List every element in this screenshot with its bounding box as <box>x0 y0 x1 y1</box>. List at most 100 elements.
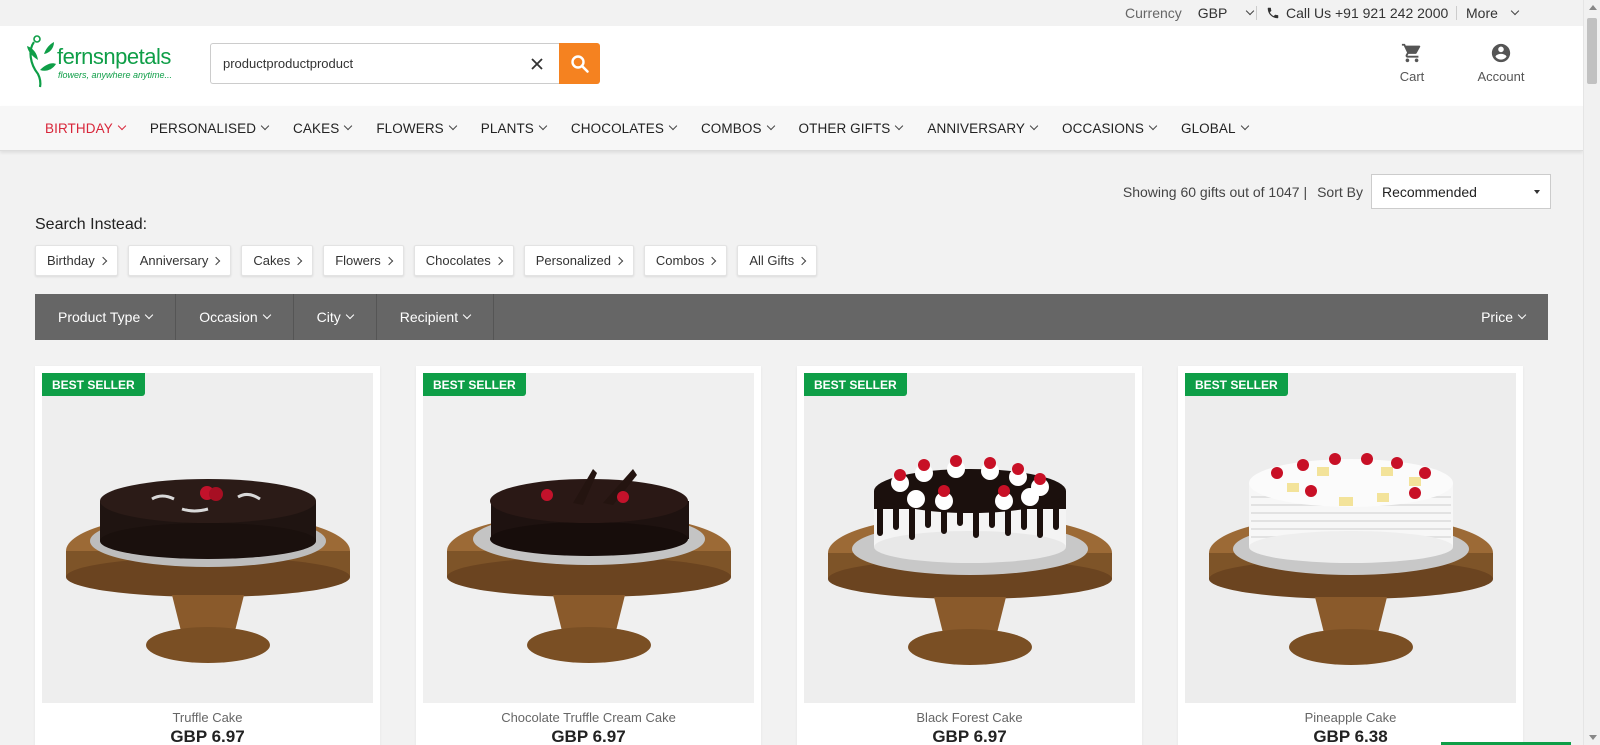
nav-item-chocolates[interactable]: CHOCOLATES <box>571 121 678 136</box>
scroll-down-arrow-icon[interactable] <box>1589 735 1597 740</box>
chip-birthday[interactable]: Birthday <box>35 245 118 276</box>
search-input[interactable] <box>223 56 503 71</box>
product-name[interactable]: Chocolate Truffle Cream Cake <box>416 710 761 725</box>
filter-price[interactable]: Price <box>1458 294 1548 340</box>
results-summary: Showing 60 gifts out of 1047 | <box>1122 183 1308 200</box>
sort-label: Sort By <box>1317 183 1363 200</box>
product-image[interactable] <box>42 373 373 703</box>
filter-occasion[interactable]: Occasion <box>176 294 294 340</box>
cart-icon <box>1401 43 1421 63</box>
chevron-down-icon <box>117 121 127 131</box>
chip-personalized[interactable]: Personalized <box>523 245 634 276</box>
nav-item-occasions[interactable]: OCCASIONS <box>1062 120 1158 136</box>
search-button[interactable] <box>559 43 600 84</box>
chip-flowers[interactable]: Flowers <box>323 245 404 276</box>
nav-item-global[interactable]: GLOBAL <box>1180 120 1249 136</box>
nav-item-anniversary[interactable]: ANNIVERSARY <box>927 121 1039 136</box>
product-card-chocolate-truffle-cream-cake[interactable]: BEST SELLER Chocolate Truffle Cream Cake… <box>416 366 761 745</box>
more-label: More <box>1466 5 1498 21</box>
chevron-right-icon <box>98 256 107 265</box>
nav-label: OTHER GIFTS <box>798 120 891 136</box>
call-us-link[interactable]: Call Us +91 921 242 2000 <box>1266 5 1448 21</box>
nav-item-birthday[interactable]: BIRTHDAY <box>45 120 127 136</box>
more-menu[interactable]: More <box>1466 5 1520 21</box>
top-utility-bar: Currency GBP Call Us +91 921 242 2000 Mo… <box>0 0 1583 26</box>
product-card-truffle-cake[interactable]: BEST SELLER Truffle Cake GBP 6.97 <box>35 366 380 745</box>
chevron-right-icon <box>614 256 624 265</box>
filter-label: Price <box>1481 309 1513 325</box>
nav-label: PLANTS <box>480 120 534 136</box>
chevron-down-icon <box>668 121 678 131</box>
chip-chocolates[interactable]: Chocolates <box>413 245 514 276</box>
best-seller-badge: BEST SELLER <box>1185 373 1288 396</box>
logo-text: fernsnpetals <box>57 44 171 69</box>
product-image[interactable] <box>804 373 1135 703</box>
nav-item-personalised[interactable]: PERSONALISED <box>149 120 270 136</box>
search-icon <box>570 54 589 73</box>
nav-item-flowers[interactable]: FLOWERS <box>376 120 458 136</box>
currency-label: Currency <box>1125 5 1182 21</box>
chevron-down-icon <box>1246 6 1255 16</box>
nav-label: COMBOS <box>700 120 762 136</box>
chip-cakes[interactable]: Cakes <box>241 245 314 276</box>
scroll-up-arrow-icon[interactable] <box>1589 5 1597 10</box>
filter-label: City <box>316 309 341 325</box>
nav-item-cakes[interactable]: CAKES <box>293 121 353 136</box>
nav-label: FLOWERS <box>376 120 444 136</box>
nav-label: OCCASIONS <box>1062 120 1144 136</box>
chip-label: Chocolates <box>425 253 491 268</box>
best-seller-badge: BEST SELLER <box>804 373 907 396</box>
close-icon[interactable] <box>529 56 545 72</box>
product-image[interactable] <box>423 373 754 703</box>
chip-anniversary[interactable]: Anniversary <box>127 245 232 276</box>
sort-dropdown[interactable]: Recommended <box>1371 174 1551 209</box>
filter-label: Product Type <box>58 309 141 325</box>
search-instead-title: Search Instead: <box>35 216 148 233</box>
chevron-right-icon <box>293 256 303 265</box>
product-image[interactable] <box>1185 373 1516 703</box>
chevron-down-icon <box>260 121 270 131</box>
search-field[interactable] <box>210 43 559 84</box>
filter-product-type[interactable]: Product Type <box>35 294 177 340</box>
filter-bar: Product Type Occasion City Recipient Pri… <box>35 294 1548 340</box>
cart-button[interactable]: Cart <box>1377 42 1447 84</box>
account-icon <box>1491 43 1511 63</box>
nav-item-plants[interactable]: PLANTS <box>480 120 548 136</box>
chevron-down-icon <box>1510 6 1520 16</box>
product-name[interactable]: Truffle Cake <box>35 710 380 725</box>
product-card-black-forest-cake[interactable]: BEST SELLER Black Forest Cake GBP 6.97 <box>797 366 1142 745</box>
phone-icon <box>1267 7 1279 19</box>
chevron-right-icon <box>494 256 504 265</box>
cart-label: Cart <box>1399 69 1425 84</box>
logo-tagline: flowers, anywhere anytime... <box>58 70 172 80</box>
chip-combos[interactable]: Combos <box>643 245 728 276</box>
scrollbar-thumb[interactable] <box>1587 18 1597 84</box>
chip-label: Personalized <box>535 253 611 268</box>
divider <box>1256 6 1257 20</box>
caret-down-icon <box>1534 190 1540 194</box>
nav-label: GLOBAL <box>1180 120 1236 136</box>
product-card-pineapple-cake[interactable]: BEST SELLER Pineapple Cake GBP 6.38 <box>1178 366 1523 745</box>
chip-label: All Gifts <box>749 253 795 268</box>
product-price: GBP 6.97 <box>551 727 626 745</box>
chip-label: Cakes <box>253 253 291 268</box>
nav-label: PERSONALISED <box>149 120 257 136</box>
chevron-down-icon <box>462 310 472 320</box>
account-button[interactable]: Account <box>1466 42 1536 84</box>
nav-label: BIRTHDAY <box>45 120 113 136</box>
currency-selector[interactable]: Currency GBP <box>1125 5 1255 21</box>
nav-item-combos[interactable]: COMBOS <box>700 120 775 136</box>
chip-all-gifts[interactable]: All Gifts <box>737 245 818 276</box>
product-name[interactable]: Pineapple Cake <box>1178 710 1523 725</box>
product-name[interactable]: Black Forest Cake <box>797 710 1142 725</box>
product-price: GBP 6.97 <box>170 727 245 745</box>
filter-city[interactable]: City <box>294 294 377 340</box>
brand-logo[interactable]: fernsnpetals flowers, anywhere anytime..… <box>24 30 194 88</box>
sort-value: Recommended <box>1382 183 1477 200</box>
chevron-right-icon <box>212 256 221 265</box>
nav-item-other-gifts[interactable]: OTHER GIFTS <box>798 120 904 136</box>
vertical-scrollbar[interactable] <box>1583 0 1600 745</box>
filter-recipient[interactable]: Recipient <box>377 294 495 340</box>
category-nav: BIRTHDAY PERSONALISED CAKES FLOWERS PLAN… <box>0 106 1583 151</box>
chip-label: Anniversary <box>139 253 209 268</box>
